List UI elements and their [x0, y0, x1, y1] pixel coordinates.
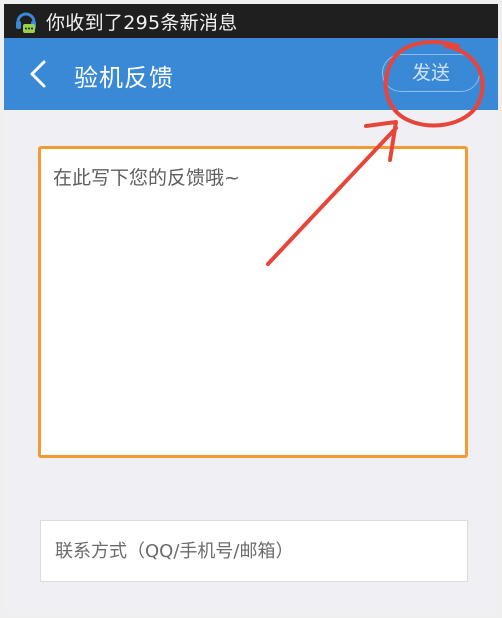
back-button[interactable]	[20, 56, 56, 92]
feedback-textarea[interactable]	[41, 149, 465, 455]
feedback-textarea-container	[38, 146, 468, 458]
app-screen: 你收到了295条新消息 验机反馈 发送	[4, 4, 498, 614]
notification-text: 你收到了295条新消息	[46, 11, 238, 34]
status-bar: 你收到了295条新消息	[4, 4, 498, 38]
chat-bubble-notification-icon	[16, 12, 36, 33]
page-title: 验机反馈	[74, 64, 174, 92]
contact-input-container	[40, 520, 468, 582]
chevron-left-icon	[30, 60, 46, 88]
title-bar: 验机反馈 发送	[4, 38, 498, 110]
send-button[interactable]: 发送	[382, 54, 480, 92]
contact-input[interactable]	[41, 521, 467, 581]
